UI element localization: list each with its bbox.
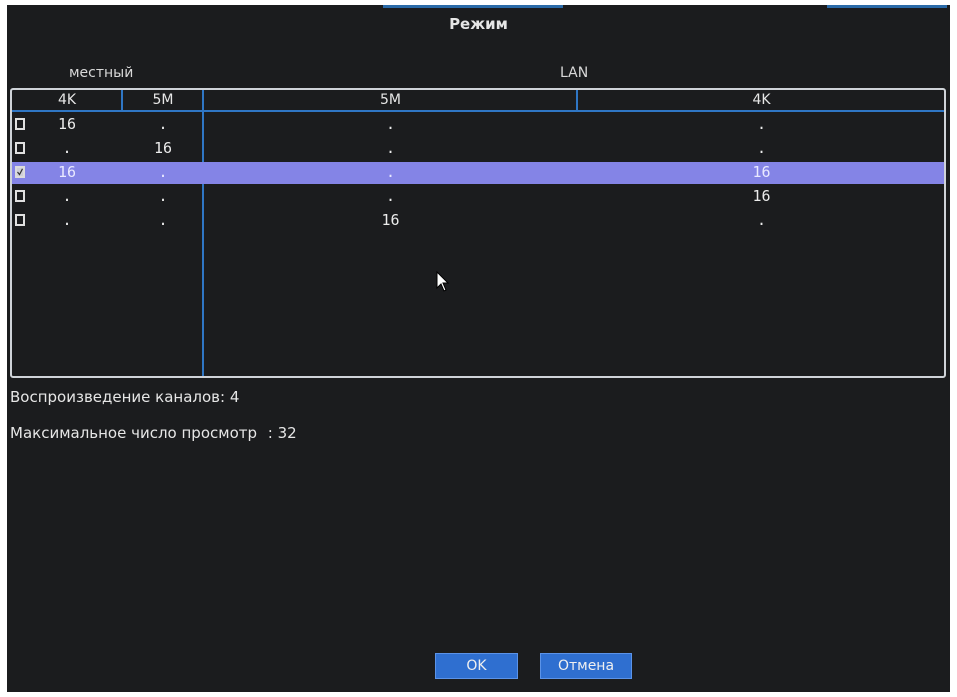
group-label-lan: LAN xyxy=(560,65,589,81)
table-row[interactable]: 16... xyxy=(12,114,944,136)
table-row[interactable]: 16.. 16 xyxy=(12,162,944,184)
cell-local-4k: . xyxy=(62,187,72,205)
cell-lan-4k: 16 xyxy=(752,187,771,205)
cell-local-5m: . xyxy=(158,115,168,133)
cell-lan-4k: . xyxy=(756,115,767,133)
playback-channels-value: 4 xyxy=(229,388,240,406)
column-header-local-5m: 5M xyxy=(152,92,174,108)
table-row[interactable]: ... 16 xyxy=(12,186,944,208)
mode-dialog: Режим местный LAN 4K 5M 5M 4K 16.... 16..… xyxy=(7,5,950,692)
cell-lan-5m: . xyxy=(385,163,396,181)
cell-lan-5m: . xyxy=(385,139,396,157)
playback-channels-info: Воспроизведение каналов: 4 xyxy=(10,388,239,406)
playback-channels-label: Воспроизведение каналов: xyxy=(10,388,226,406)
max-views-value: : 32 xyxy=(267,424,297,442)
cell-lan-4k: 16 xyxy=(752,163,771,181)
cell-local-5m: 16 xyxy=(153,139,173,157)
column-header-lan-5m: 5M xyxy=(380,92,401,108)
table-row[interactable]: .. 16. xyxy=(12,210,944,232)
cell-local-4k: 16 xyxy=(57,163,77,181)
max-views-info: Максимальное число просмотр : 32 xyxy=(10,424,297,442)
cell-lan-4k: . xyxy=(756,139,767,157)
cell-local-4k: . xyxy=(62,211,72,229)
cell-lan-5m: . xyxy=(385,187,396,205)
column-header-local-4k: 4K xyxy=(57,92,77,108)
cell-lan-5m: 16 xyxy=(381,211,400,229)
cell-local-5m: . xyxy=(158,163,168,181)
cell-local-5m: . xyxy=(158,211,168,229)
mouse-cursor-icon xyxy=(436,271,450,292)
title-accent xyxy=(827,5,947,8)
cell-lan-4k: . xyxy=(756,211,767,229)
mode-table: 4K 5M 5M 4K 16.... 16.. 16.. 16... 16.. 16. xyxy=(10,88,946,378)
ok-button[interactable]: OK xyxy=(435,653,518,679)
group-label-local: местный xyxy=(69,65,134,81)
column-divider xyxy=(121,90,123,110)
table-row[interactable]: . 16.. xyxy=(12,138,944,160)
cell-lan-5m: . xyxy=(385,115,396,133)
cell-local-4k: 16 xyxy=(57,115,77,133)
dialog-title: Режим xyxy=(449,15,508,33)
column-header-lan-4k: 4K xyxy=(752,92,771,108)
title-accent xyxy=(383,5,563,8)
cell-local-5m: . xyxy=(158,187,168,205)
cancel-button[interactable]: Отмена xyxy=(540,653,632,679)
max-views-label: Максимальное число просмотр xyxy=(10,424,258,442)
cell-local-4k: . xyxy=(62,139,72,157)
column-divider xyxy=(576,90,578,110)
table-header: 4K 5M 5M 4K xyxy=(12,90,944,112)
